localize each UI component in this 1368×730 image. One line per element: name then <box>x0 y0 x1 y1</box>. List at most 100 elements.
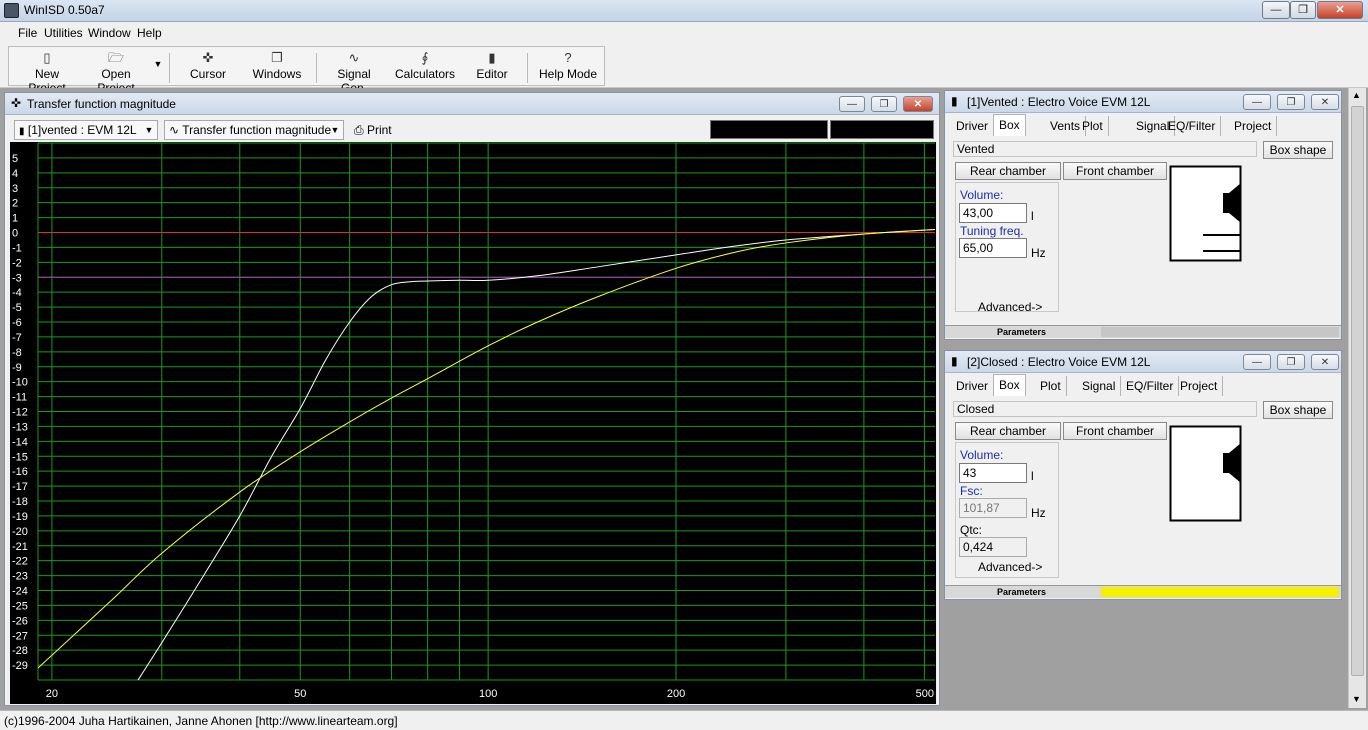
speaker-icon: ▮ <box>951 354 958 368</box>
tab-plot[interactable]: Plot <box>1077 116 1109 136</box>
tab-box[interactable]: Box <box>993 374 1026 396</box>
parameters-progress <box>1101 587 1339 597</box>
cursor-readout-2 <box>830 120 934 139</box>
tab-box[interactable]: Box <box>993 114 1026 136</box>
transfer-function-plot[interactable]: 5 4 3 2 1 0 -1 -2 -3 -4 -5 -6 -7 -8 -9 -10 -11 -12 -13 -14 -… <box>10 142 936 704</box>
tab-eq-filter[interactable]: EQ/Filter <box>1121 376 1180 396</box>
parameters-progress <box>1101 327 1339 337</box>
graph-window-title-bar: ✜ Transfer function magnitude — ❐ ✕ <box>5 93 939 115</box>
chevron-down-icon: ▼ <box>144 125 154 135</box>
graph-maximize-button[interactable]: ❐ <box>871 96 897 112</box>
y-tick-label: -19 <box>12 511 28 523</box>
x-tick-label: 100 <box>479 688 497 700</box>
vented-minimize-button[interactable]: — <box>1243 94 1271 110</box>
y-tick-label: -20 <box>12 526 28 538</box>
tab-eq-filter[interactable]: EQ/Filter <box>1163 116 1222 136</box>
closed-close-button[interactable]: ✕ <box>1311 354 1339 370</box>
new-file-icon: ▯ <box>43 50 51 65</box>
graph-close-button[interactable]: ✕ <box>903 96 933 112</box>
closed-tabs: Driver Box Plot Signal EQ/Filter Project <box>949 374 1224 396</box>
calculators-button[interactable]: ∮ Calculators <box>392 49 458 87</box>
tab-plot[interactable]: Plot <box>1035 376 1067 396</box>
project-select[interactable]: ▮ [1]vented : EVM 12L ▼ <box>14 120 158 140</box>
scroll-down-icon[interactable]: ▼ <box>1352 694 1361 704</box>
graph-select[interactable]: ∿ Transfer function magnitude ▼ <box>164 120 344 140</box>
signal-gen-button[interactable]: ∿ Signal Gen. <box>323 49 385 95</box>
y-tick-label: -25 <box>12 600 28 612</box>
app-title-bar: WinISD 0.50a7 — ❐ ✕ <box>0 0 1368 22</box>
vented-maximize-button[interactable]: ❐ <box>1277 94 1305 110</box>
volume-input[interactable]: 43 <box>959 463 1027 483</box>
graph-minimize-button[interactable]: — <box>839 96 865 112</box>
scroll-thumb[interactable] <box>1351 106 1364 676</box>
closed-panel-title-bar: ▮ [2]Closed : Electro Voice EVM 12L — ❐ … <box>945 351 1341 373</box>
y-tick-label: -11 <box>12 392 27 404</box>
front-chamber-button[interactable]: Front chamber <box>1063 162 1167 180</box>
y-tick-label: 0 <box>12 228 18 240</box>
y-tick-label: -8 <box>12 347 22 359</box>
fsc-unit: Hz <box>1031 506 1046 520</box>
menu-help[interactable]: Help <box>137 26 162 40</box>
y-tick-label: -2 <box>12 257 22 269</box>
app-icon <box>4 3 19 18</box>
cursor-button[interactable]: ✜ Cursor <box>181 49 235 87</box>
tab-driver[interactable]: Driver <box>951 116 994 136</box>
front-chamber-button[interactable]: Front chamber <box>1063 422 1167 440</box>
box-shape-button[interactable]: Box shape <box>1263 141 1333 159</box>
tuning-freq-unit: Hz <box>1031 246 1046 260</box>
volume-input[interactable]: 43,00 <box>959 203 1027 223</box>
new-project-button[interactable]: ▯ New Project <box>15 49 79 95</box>
rear-chamber-button[interactable]: Rear chamber <box>955 162 1061 180</box>
toolbar-separator <box>527 53 528 83</box>
tab-project[interactable]: Project <box>1229 116 1278 136</box>
series-line-closed <box>38 229 935 669</box>
box-shape-button[interactable]: Box shape <box>1263 401 1333 419</box>
tab-driver[interactable]: Driver <box>951 376 994 396</box>
editor-button[interactable]: ▮ Editor <box>467 49 517 87</box>
rear-chamber-button[interactable]: Rear chamber <box>955 422 1061 440</box>
menu-utilities[interactable]: Utilities <box>44 26 83 40</box>
y-tick-label: -7 <box>12 332 22 344</box>
help-mode-button[interactable]: ? Help Mode <box>535 49 601 87</box>
y-tick-label: -23 <box>12 571 28 583</box>
volume-label: Volume: <box>960 448 1004 462</box>
vented-close-button[interactable]: ✕ <box>1311 94 1339 110</box>
print-button[interactable]: ⎙ Print <box>354 121 392 139</box>
vented-panel: ▮ [1]Vented : Electro Voice EVM 12L — ❐ … <box>944 90 1342 340</box>
closed-minimize-button[interactable]: — <box>1243 354 1271 370</box>
menu-window[interactable]: Window <box>88 26 131 40</box>
status-bar: (c)1996-2004 Juha Hartikainen, Janne Aho… <box>0 710 1368 730</box>
toolbar-frame: ▯ New Project 🗁 Open Project ▼ ✜ Cursor … <box>8 46 605 95</box>
maximize-button[interactable]: ❐ <box>1290 1 1316 19</box>
advanced-link[interactable]: Advanced-> <box>978 300 1042 314</box>
y-tick-label: -5 <box>12 302 22 314</box>
minimize-button[interactable]: — <box>1262 1 1290 19</box>
cursor-readout-1 <box>710 120 828 139</box>
volume-unit: l <box>1031 209 1034 223</box>
qtc-value: 0,424 <box>959 537 1027 557</box>
open-project-button[interactable]: 🗁 Open Project <box>83 49 149 95</box>
menu-file[interactable]: File <box>18 26 37 40</box>
fsc-input: 101,87 <box>959 498 1027 518</box>
toolbar-separator <box>316 53 317 83</box>
close-button[interactable]: ✕ <box>1317 1 1363 19</box>
box-type-label: Closed <box>953 401 1257 417</box>
tuning-freq-input[interactable]: 65,00 <box>959 238 1027 258</box>
closed-box-diagram <box>1169 425 1242 522</box>
scroll-up-icon[interactable]: ▲ <box>1352 90 1361 100</box>
tab-project[interactable]: Project <box>1175 376 1224 396</box>
y-tick-label: -26 <box>12 615 28 627</box>
toolbar-separator <box>169 53 170 83</box>
series-line-vented <box>137 229 935 680</box>
mdi-scrollbar[interactable]: ▲ ▼ <box>1348 88 1366 708</box>
chevron-down-icon: ▼ <box>330 125 340 135</box>
tab-signal[interactable]: Signal <box>1077 376 1122 396</box>
closed-maximize-button[interactable]: ❐ <box>1277 354 1305 370</box>
windows-button[interactable]: ❐ Windows <box>249 49 305 87</box>
sine-wave-icon: ∿ <box>348 50 360 65</box>
y-tick-label: -24 <box>12 586 28 598</box>
y-tick-label: -27 <box>12 630 28 642</box>
advanced-link[interactable]: Advanced-> <box>978 560 1042 574</box>
y-tick-label: -28 <box>12 645 28 657</box>
closed-panel-title: [2]Closed : Electro Voice EVM 12L <box>967 355 1151 369</box>
